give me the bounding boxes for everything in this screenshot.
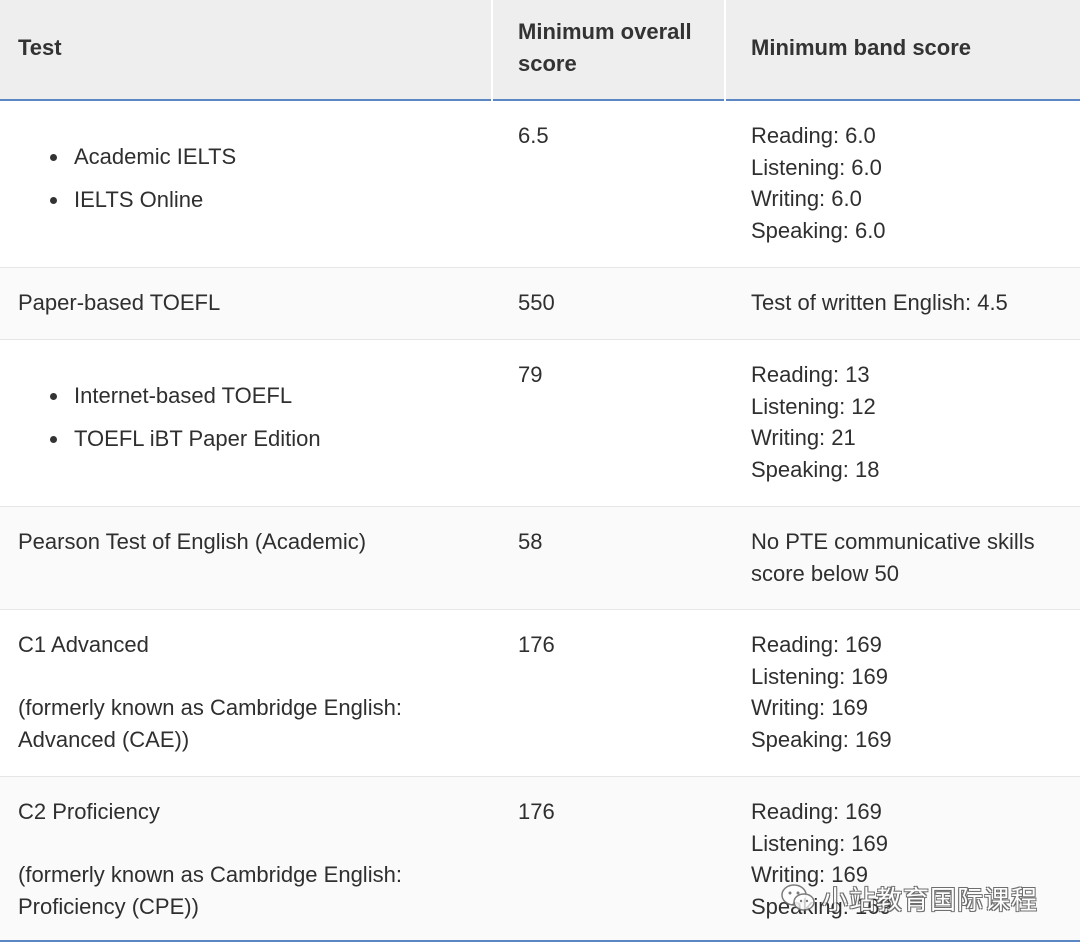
list-item: Internet-based TOEFL <box>18 380 488 423</box>
band-line: Speaking: 18 <box>751 456 880 482</box>
list-item: Academic IELTS <box>18 141 488 184</box>
band-cell: Test of written English: 4.5 <box>751 287 1071 319</box>
band-line: Writing: 21 <box>751 425 856 450</box>
band-line: Reading: 13 <box>751 362 870 387</box>
watermark-text: 小站教育国际课程 <box>822 885 1039 916</box>
test-cell: C1 Advanced (formerly known as Cambridge… <box>18 629 488 755</box>
band-line: Listening: 12 <box>751 393 876 419</box>
band-line: Listening: 169 <box>751 663 888 689</box>
test-name: TOEFL iBT Paper Edition <box>74 426 321 451</box>
band-line: Reading: 169 <box>751 799 882 824</box>
header-overall: Minimum overall score <box>518 16 692 80</box>
test-name: Paper-based TOEFL <box>18 290 221 315</box>
header-overall-line-2: score <box>518 51 577 76</box>
table-header: Test Minimum overall score Minimum band … <box>0 0 1080 101</box>
bullet-icon <box>50 393 57 400</box>
overall-cell: 6.5 <box>518 120 718 152</box>
table-row: C1 Advanced (formerly known as Cambridge… <box>0 610 1080 777</box>
header-overall-line-1: Minimum overall <box>518 19 692 44</box>
band-cell: Reading: 6.0 Listening: 6.0 Writing: 6.0… <box>751 120 1071 246</box>
test-name: Internet-based TOEFL <box>74 383 293 408</box>
overall-cell: 79 <box>518 359 718 391</box>
band-cell: Reading: 169 Listening: 169 Writing: 169… <box>751 629 1071 755</box>
test-name: Pearson Test of English (Academic) <box>18 529 367 554</box>
header-band-label: Minimum band score <box>751 35 972 60</box>
test-name: C2 Proficiency <box>18 799 160 824</box>
test-list: Academic IELTS IELTS Online <box>18 141 488 227</box>
table-bottom-rule <box>0 940 1080 942</box>
overall-score: 58 <box>518 529 543 554</box>
band-line: Listening: 169 <box>751 830 888 856</box>
band-line: No PTE communicative skills <box>751 529 1035 554</box>
band-line: Writing: 169 <box>751 695 868 720</box>
wechat-icon <box>781 884 815 911</box>
test-note: Advanced (CAE)) <box>18 726 190 752</box>
band-cell: No PTE communicative skills score below … <box>751 526 1071 589</box>
header-band: Minimum band score <box>751 32 971 64</box>
overall-score: 550 <box>518 290 555 315</box>
band-line: score below 50 <box>751 560 899 586</box>
bullet-icon <box>50 197 57 204</box>
overall-cell: 58 <box>518 526 718 558</box>
test-list: Internet-based TOEFL TOEFL iBT Paper Edi… <box>18 380 488 466</box>
test-cell: C2 Proficiency (formerly known as Cambri… <box>18 796 488 922</box>
header-divider <box>491 0 493 101</box>
test-name: Academic IELTS <box>74 144 237 169</box>
table-row: Pearson Test of English (Academic) 58 No… <box>0 507 1080 610</box>
band-line: Reading: 6.0 <box>751 123 876 148</box>
table-row: Paper-based TOEFL 550 Test of written En… <box>0 268 1080 340</box>
overall-cell: 176 <box>518 629 718 661</box>
band-cell: Reading: 13 Listening: 12 Writing: 21 Sp… <box>751 359 1071 485</box>
test-name: C1 Advanced <box>18 632 149 657</box>
overall-score: 79 <box>518 362 543 387</box>
overall-score: 6.5 <box>518 123 549 148</box>
header-test-label: Test <box>18 35 62 60</box>
test-cell: Academic IELTS IELTS Online <box>18 141 488 227</box>
band-line: Listening: 6.0 <box>751 154 882 180</box>
band-line: Speaking: 6.0 <box>751 217 886 243</box>
overall-score: 176 <box>518 799 555 824</box>
list-item: TOEFL iBT Paper Edition <box>18 423 488 466</box>
test-cell: Paper-based TOEFL <box>18 287 488 319</box>
header-test: Test <box>18 32 62 64</box>
bullet-icon <box>50 436 57 443</box>
band-line: Speaking: 169 <box>751 726 892 752</box>
test-name: IELTS Online <box>74 187 204 212</box>
overall-cell: 176 <box>518 796 718 828</box>
test-cell: Internet-based TOEFL TOEFL iBT Paper Edi… <box>18 380 488 466</box>
test-note: Proficiency (CPE)) <box>18 893 199 919</box>
test-note: (formerly known as Cambridge English: <box>18 695 402 720</box>
table-row: Academic IELTS IELTS Online 6.5 Reading:… <box>0 103 1080 268</box>
overall-score: 176 <box>518 632 555 657</box>
watermark: 小站教育国际课程 <box>780 878 1038 918</box>
band-line: Reading: 169 <box>751 632 882 657</box>
test-note: (formerly known as Cambridge English: <box>18 862 402 887</box>
band-line: Test of written English: 4.5 <box>751 290 1008 315</box>
header-divider <box>724 0 726 101</box>
test-cell: Pearson Test of English (Academic) <box>18 526 488 558</box>
band-line: Writing: 6.0 <box>751 186 862 211</box>
overall-cell: 550 <box>518 287 718 319</box>
bullet-icon <box>50 154 57 161</box>
table-row: Internet-based TOEFL TOEFL iBT Paper Edi… <box>0 340 1080 507</box>
list-item: IELTS Online <box>18 184 488 227</box>
